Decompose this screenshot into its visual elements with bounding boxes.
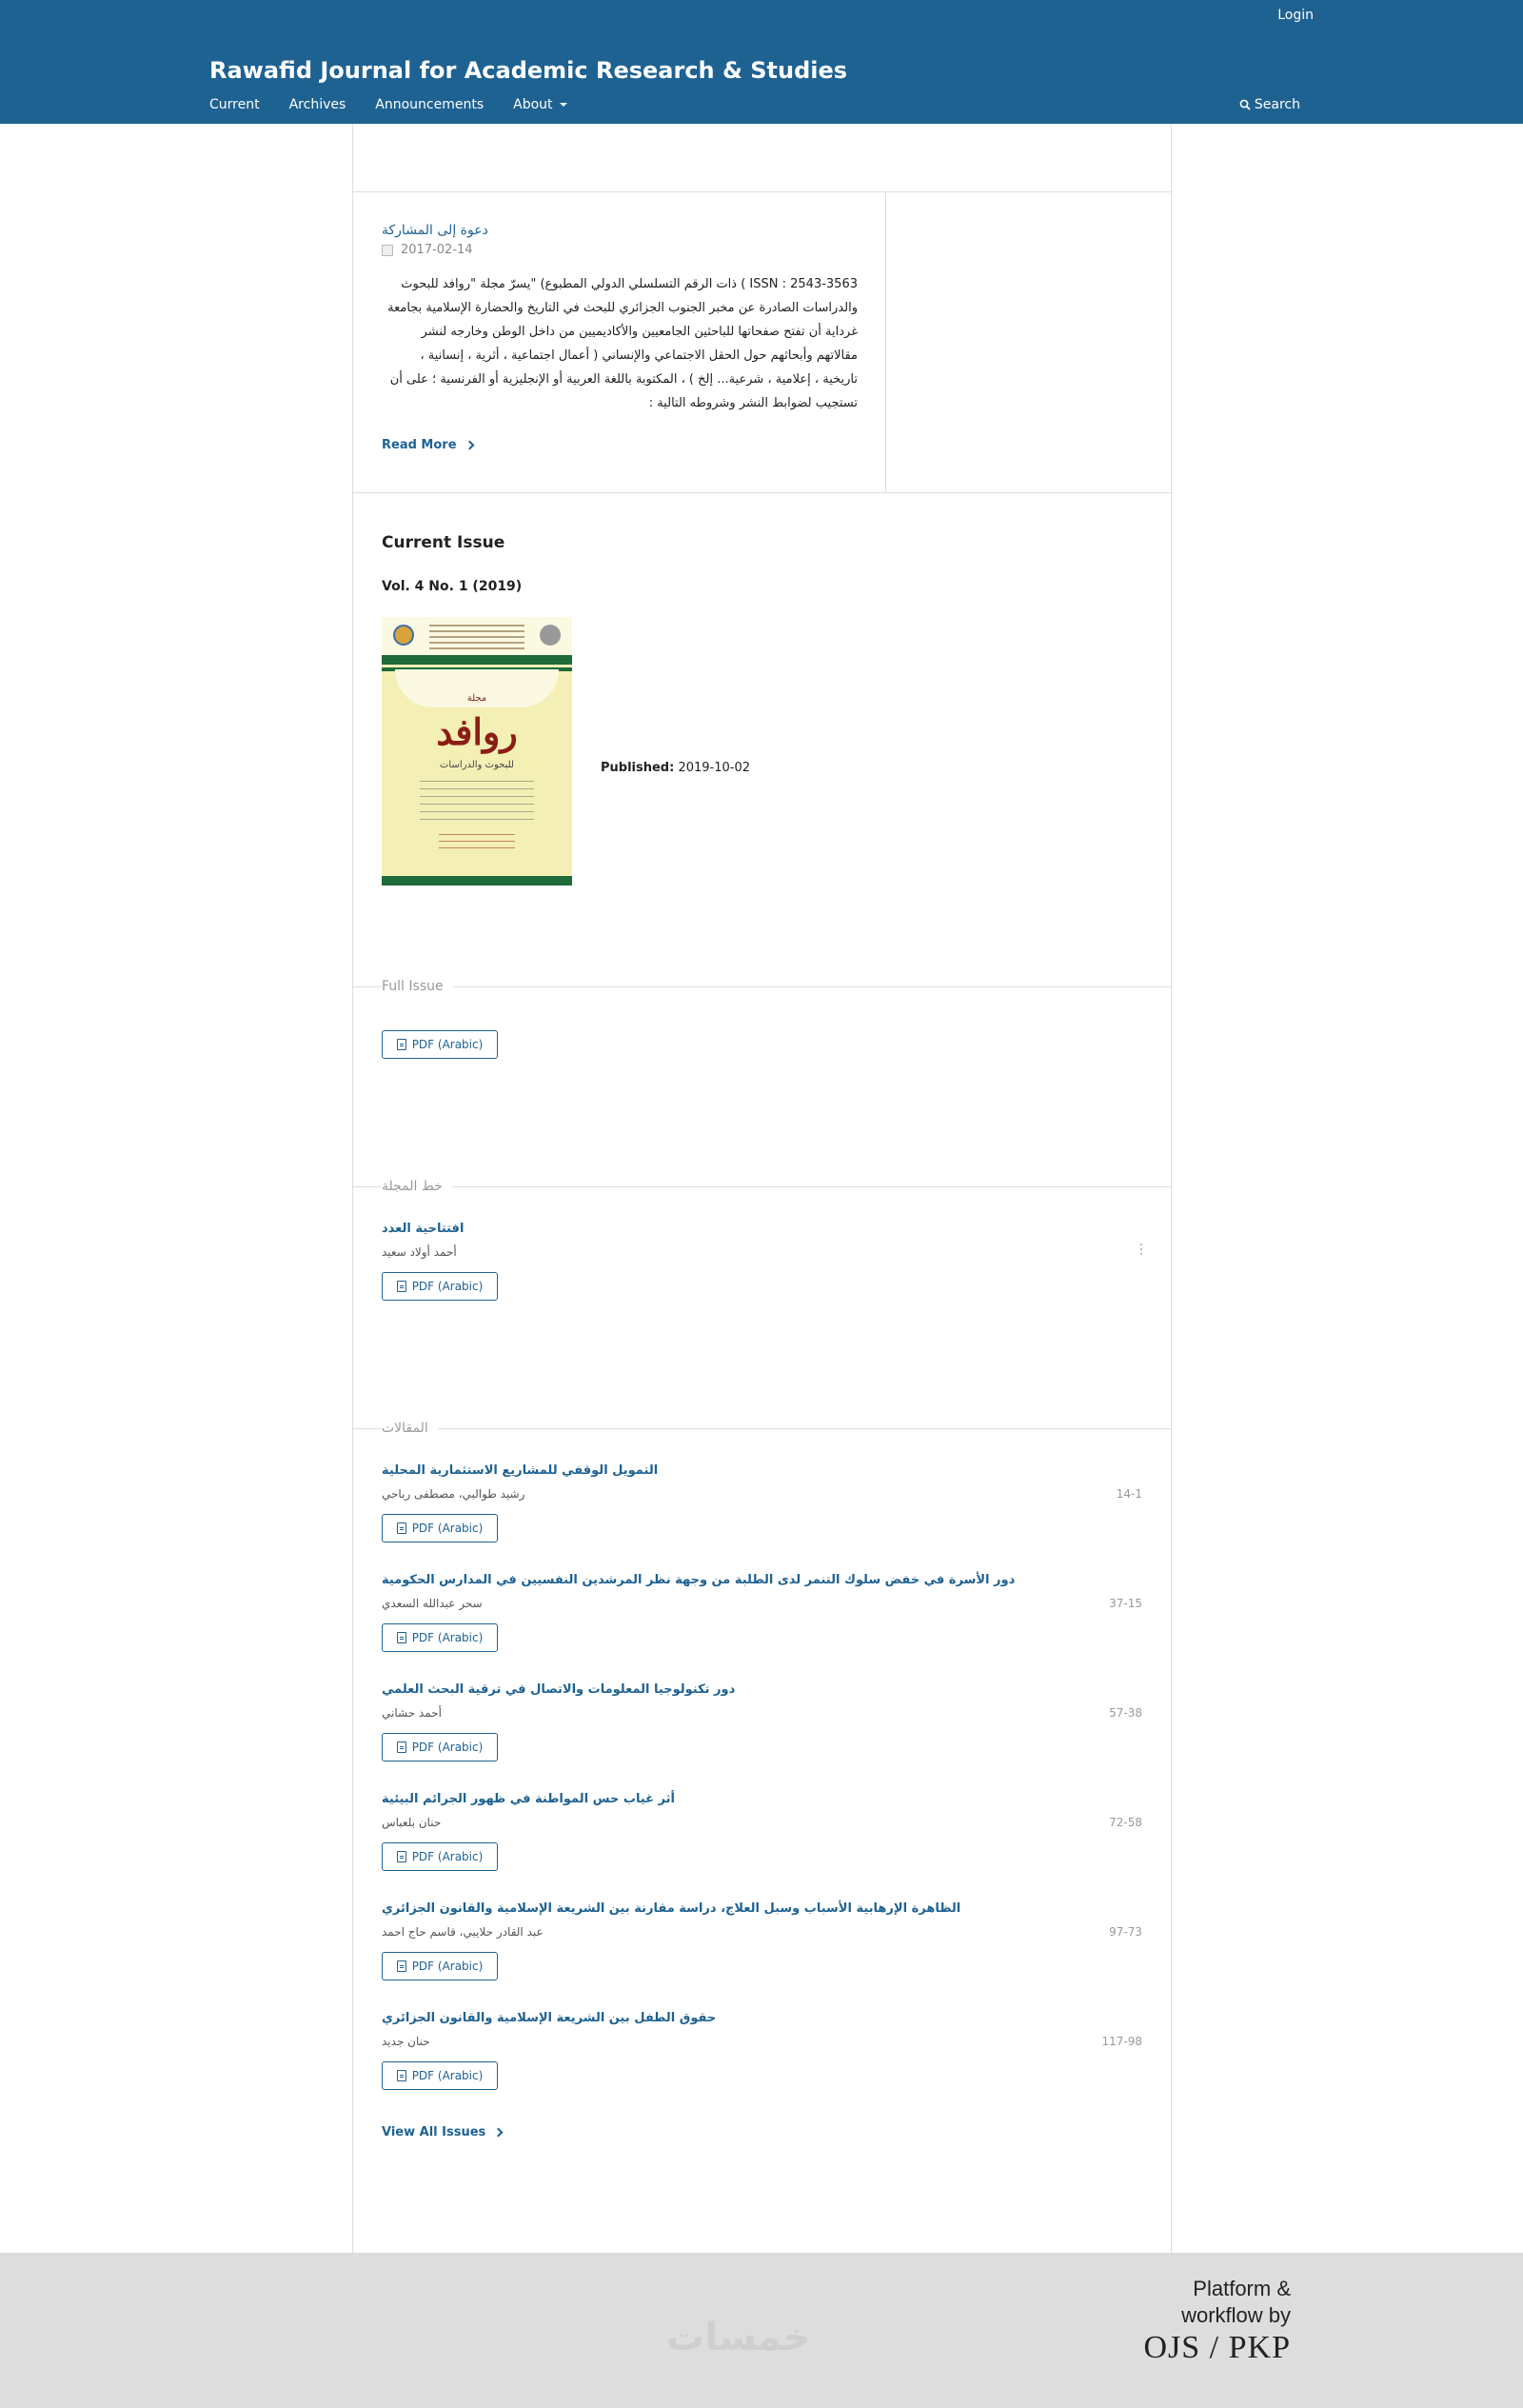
announcement-body: ISSN : 2543-3563 ) ذات الرقم التسلسلي ال… [387,277,858,410]
pdf-button-label: PDF (Arabic) [411,1741,484,1754]
nav-archives[interactable]: Archives [289,95,346,114]
file-pdf-icon [396,1632,406,1643]
cover-big-title: روافد [436,710,518,753]
file-pdf-icon [396,1039,406,1050]
site-header: Login Rawafid Journal for Academic Resea… [0,0,1523,124]
divider [353,1186,1171,1187]
announcement-title[interactable]: دعوة إلى المشاركة [382,221,488,240]
divider [353,492,1171,493]
read-more-link[interactable]: Read More [382,438,474,452]
article-title[interactable]: دور تكنولوجيا المعلومات والاتصال في ترقي… [382,1682,735,1699]
file-pdf-icon [396,1741,406,1753]
pdf-button-label: PDF (Arabic) [411,1280,484,1293]
file-pdf-icon [396,1960,406,1972]
site-title[interactable]: Rawafid Journal for Academic Research & … [209,55,847,86]
article-pdf-button[interactable]: PDF (Arabic) [382,1272,498,1301]
ojs-pkp-logo: OJS / PKP [1143,2330,1291,2365]
view-all-issues-link[interactable]: View All Issues [382,2125,504,2139]
lab-logo-icon [540,625,561,646]
article-pdf-button[interactable]: PDF (Arabic) [382,1733,498,1761]
current-issue-heading: Current Issue [382,533,505,552]
search-link[interactable]: Search [1239,95,1300,114]
pdf-button-label: PDF (Arabic) [411,1522,484,1535]
brand-line: workflow by [1181,2303,1291,2327]
article-pdf-button[interactable]: PDF (Arabic) [382,1623,498,1652]
article-title[interactable]: افتتاحية العدد [382,1221,464,1238]
published-info: Published: 2019-10-02 [601,761,750,775]
article-pdf-button[interactable]: PDF (Arabic) [382,1952,498,1980]
full-issue-pdf-button[interactable]: PDF (Arabic) [382,1030,498,1059]
pdf-button-label: PDF (Arabic) [411,1960,484,1973]
search-icon [1239,99,1251,110]
article-pages: 97-73 [1109,1925,1142,1939]
file-pdf-icon [396,1851,406,1862]
published-date: 2019-10-02 [678,761,751,775]
chevron-right-icon [465,440,474,450]
caret-down-icon [559,103,567,107]
pdf-button-label: PDF (Arabic) [411,1038,484,1051]
article-title[interactable]: أثر غياب حس المواطنة في ظهور الجرائم الب… [382,1791,675,1808]
chevron-right-icon [493,2127,504,2138]
login-link[interactable]: Login [1277,7,1314,24]
article-pages: 14-1 [1116,1487,1142,1501]
divider [353,986,1171,987]
primary-nav: Current Archives Announcements About [209,95,597,114]
file-pdf-icon [396,1281,406,1292]
pdf-button-label: PDF (Arabic) [411,1631,484,1644]
cover-band [382,655,572,665]
issue-volume[interactable]: Vol. 4 No. 1 (2019) [382,579,522,594]
nav-about-label: About [513,97,553,112]
cover-subtitle: للبحوث والدراسات [440,760,514,770]
article-author: حنان جديد [382,2035,430,2048]
article-author: عبد القادر حلايبي، قاسم حاج احمد [382,1925,544,1939]
divider [353,1428,1171,1429]
article-title[interactable]: الظاهرة الإرهابية الأسباب وسبل العلاج، د… [382,1901,960,1918]
pdf-button-label: PDF (Arabic) [411,2069,484,2082]
more-options-icon[interactable] [1140,1244,1142,1257]
pdf-button-label: PDF (Arabic) [411,1850,484,1863]
article-author: رشيد طوالبي، مصطفى رباحي [382,1487,525,1501]
university-logo-icon [393,625,414,646]
view-all-label: View All Issues [382,2125,486,2139]
issue-cover-image[interactable]: مجلة روافد للبحوث والدراسات [382,617,572,886]
ojs-pkp-brand-link[interactable]: Platform & workflow by OJS / PKP [1138,2276,1291,2367]
main-content: دعوة إلى المشاركة 2017-02-14 ISSN : 2543… [352,124,1172,2253]
articles-section-label: المقالات [382,1420,438,1437]
announcement-date-text: 2017-02-14 [401,243,473,257]
article-author: حنان بلعباس [382,1816,442,1829]
article-author: سحر عبدالله السعدي [382,1597,483,1610]
article-pdf-button[interactable]: PDF (Arabic) [382,1514,498,1542]
nav-about[interactable]: About [513,95,567,114]
file-pdf-icon [396,1522,406,1534]
full-issue-label: Full Issue [382,978,453,995]
article-pages: 72-58 [1109,1816,1142,1829]
article-pdf-button[interactable]: PDF (Arabic) [382,1842,498,1871]
calendar-icon [382,245,393,256]
article-author: أحمد أولاد سعيد [382,1245,457,1259]
article-title[interactable]: حقوق الطفل بين الشريعة الإسلامية والقانو… [382,2010,716,2027]
article-pages: 37-15 [1109,1597,1142,1610]
nav-announcements[interactable]: Announcements [375,95,484,114]
article-author: أحمد حشاني [382,1706,442,1720]
cover-header-text [429,625,524,649]
cover-band [382,876,572,886]
search-label: Search [1254,97,1300,112]
watermark-logo: خمسات [666,2316,811,2359]
brand-line: Platform & [1193,2277,1291,2300]
article-pages: 117-98 [1101,2035,1142,2048]
cover-description [420,781,534,823]
article-pdf-button[interactable]: PDF (Arabic) [382,2061,498,2090]
article-pages: 57-38 [1109,1706,1142,1720]
article-title[interactable]: التمويل الوقفي للمشاريع الاستثمارية المح… [382,1463,658,1480]
site-footer: خمسات Platform & workflow by OJS / PKP [0,2253,1523,2408]
file-pdf-icon [396,2070,406,2081]
cover-small-title: مجلة [466,693,487,704]
published-label: Published: [601,761,675,775]
announcement-date: 2017-02-14 [382,242,473,259]
editorial-section-label: خط المجلة [382,1178,452,1195]
nav-current[interactable]: Current [209,95,260,114]
article-title[interactable]: دور الأسرة في خفض سلوك التنمر لدى الطلبة… [382,1572,1015,1589]
cover-issue-info [439,834,515,851]
read-more-label: Read More [382,438,457,452]
